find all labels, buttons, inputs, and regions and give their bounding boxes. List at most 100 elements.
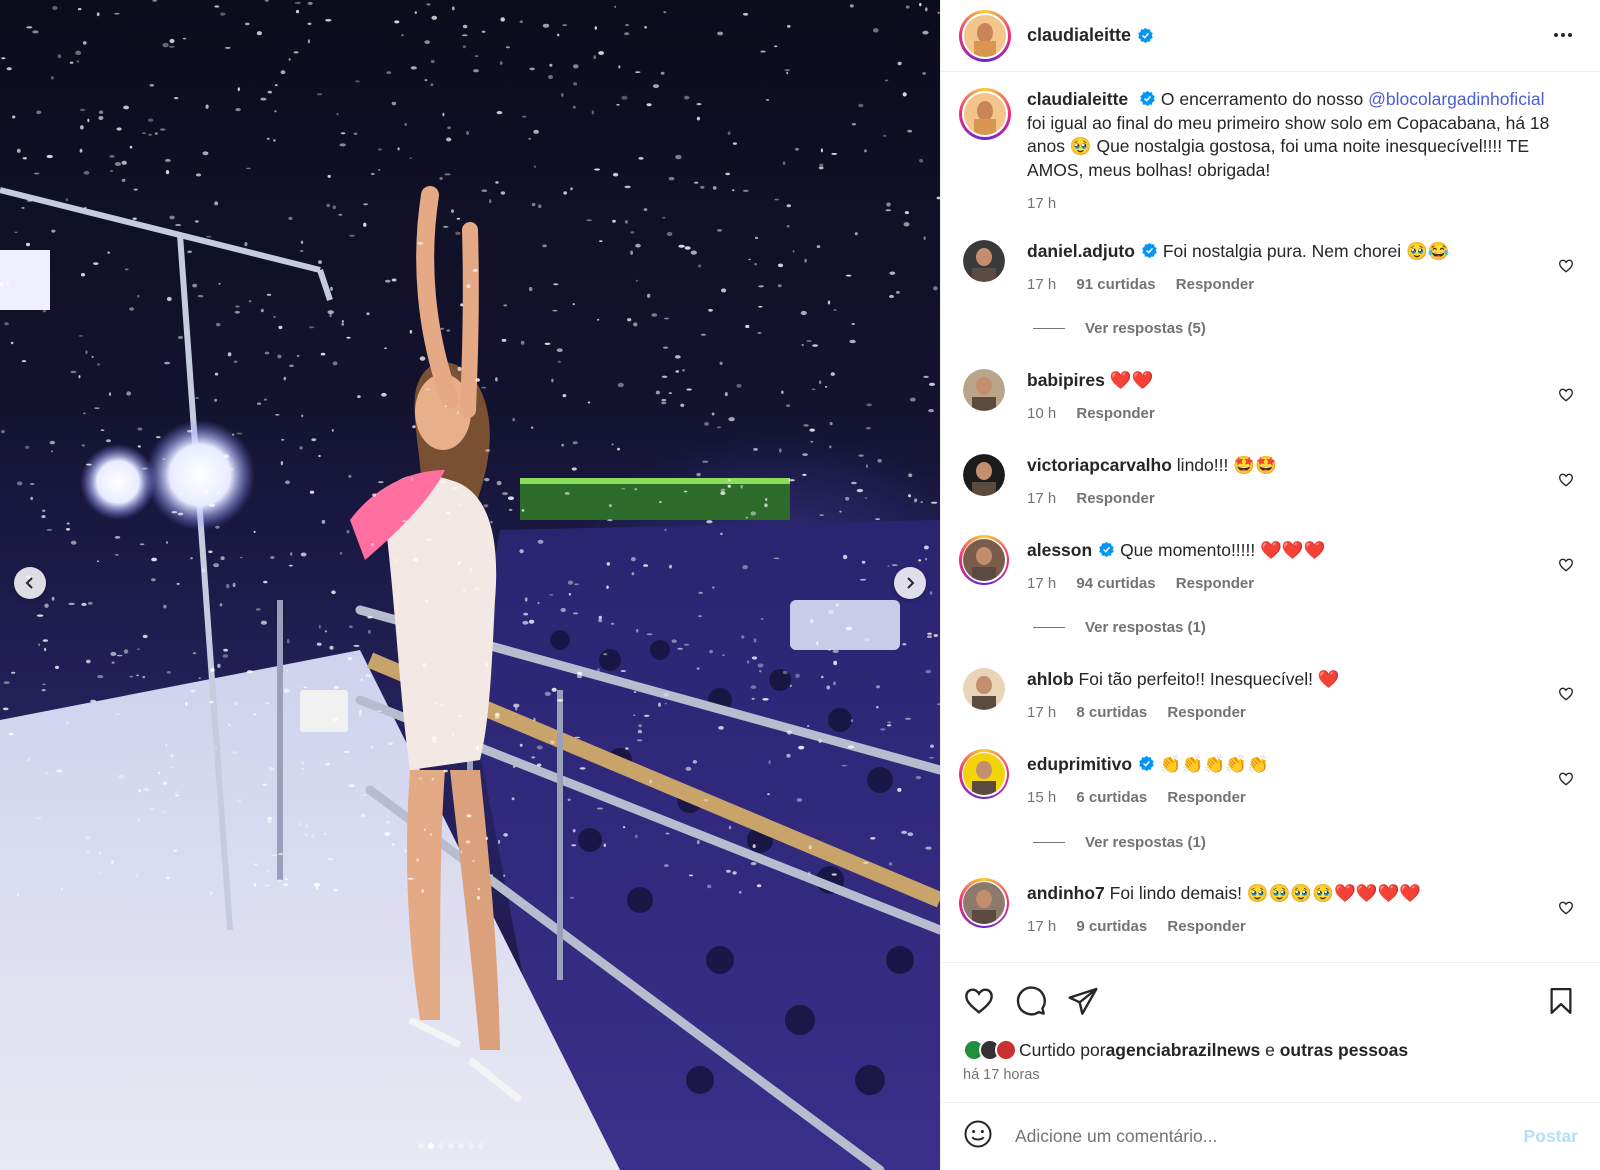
comment-item: ahlob Foi tão perfeito!! Inesquecível! ❤… [963, 668, 1582, 724]
carousel-dot [458, 1143, 464, 1149]
share-button[interactable] [1067, 985, 1099, 1022]
commenter-avatar[interactable] [959, 878, 1009, 928]
commenter-avatar[interactable] [963, 240, 1005, 282]
commenter-username[interactable]: eduprimitivo [1027, 754, 1132, 774]
commenter-avatar-image [963, 753, 1005, 795]
commenter-avatar-image [963, 539, 1005, 581]
comment-text: 👏👏👏👏👏 [1159, 754, 1269, 774]
emoji-button[interactable] [963, 1119, 993, 1154]
caption-text: O encerramento do nosso [1160, 89, 1369, 109]
caption-mention-link[interactable]: @blocolargadinhoficial [1368, 89, 1544, 109]
replies-divider-line [1033, 842, 1065, 843]
heart-icon [1558, 473, 1574, 487]
heart-icon [1558, 687, 1574, 701]
caption-avatar-image [964, 93, 1006, 135]
caption-author-avatar[interactable] [959, 88, 1011, 140]
comment-icon [1016, 986, 1046, 1016]
commenter-avatar[interactable] [963, 668, 1005, 710]
comment-likes-count[interactable]: 8 curtidas [1076, 704, 1147, 721]
commenter-avatar-image [963, 454, 1005, 496]
comment-timestamp[interactable]: 17 h [1027, 490, 1056, 507]
comment-like-button[interactable] [1558, 557, 1574, 578]
comment-timestamp[interactable]: 17 h [1027, 276, 1056, 293]
liked-by-line: Curtido por agenciabrazilnews e outras p… [963, 1039, 1408, 1061]
more-options-button[interactable] [1552, 24, 1574, 51]
carousel-dot [468, 1143, 474, 1149]
post-caption: claudialeitte O encerramento do nosso @b… [959, 88, 1567, 216]
carousel-dot [478, 1143, 484, 1149]
comment-likes-count[interactable]: 9 curtidas [1076, 918, 1147, 935]
comment-like-button[interactable] [1558, 258, 1574, 279]
view-replies-button[interactable]: Ver respostas (5) [1033, 320, 1206, 337]
comment-likes-count[interactable]: 94 curtidas [1076, 575, 1155, 592]
reply-button[interactable]: Responder [1167, 918, 1245, 935]
reply-button[interactable]: Responder [1076, 405, 1154, 422]
comment-like-button[interactable] [1558, 686, 1574, 707]
liked-by-user[interactable]: agenciabrazilnews [1106, 1040, 1261, 1061]
comment-input[interactable] [1015, 1126, 1524, 1147]
heart-icon [965, 988, 993, 1014]
carousel-dot [418, 1143, 424, 1149]
comments-list[interactable]: claudialeitte O encerramento do nosso @b… [941, 72, 1600, 962]
commenter-avatar[interactable] [963, 454, 1005, 496]
view-replies-label: Ver respostas (5) [1085, 320, 1206, 337]
carousel-dot [438, 1143, 444, 1149]
reply-button[interactable]: Responder [1176, 276, 1254, 293]
author-avatar[interactable] [959, 9, 1011, 62]
carousel-previous-button[interactable] [14, 567, 46, 599]
carousel-next-button[interactable] [894, 567, 926, 599]
commenter-username[interactable]: victoriapcarvalho [1027, 455, 1172, 475]
replies-divider-line [1033, 627, 1065, 628]
comment-timestamp[interactable]: 10 h [1027, 405, 1056, 422]
comment-like-button[interactable] [1558, 900, 1574, 921]
reply-button[interactable]: Responder [1176, 575, 1254, 592]
caption-username[interactable]: claudialeitte [1027, 89, 1128, 109]
add-comment-bar: Postar [941, 1102, 1600, 1170]
view-replies-button[interactable]: Ver respostas (1) [1033, 834, 1206, 851]
comment-likes-count[interactable]: 91 curtidas [1076, 276, 1155, 293]
commenter-avatar[interactable] [959, 749, 1009, 799]
chevron-left-icon [25, 577, 33, 589]
liked-by-others[interactable]: outras pessoas [1280, 1040, 1408, 1061]
commenter-username[interactable]: daniel.adjuto [1027, 241, 1135, 261]
author-username[interactable]: claudialeitte [1027, 25, 1131, 46]
commenter-avatar-image [963, 369, 1005, 411]
post-time-ago[interactable]: há 17 horas [963, 1067, 1040, 1083]
heart-icon [1558, 558, 1574, 572]
commenter-username[interactable]: babipires [1027, 370, 1105, 390]
comment-timestamp[interactable]: 17 h [1027, 575, 1056, 592]
post-comment-button[interactable]: Postar [1524, 1126, 1578, 1147]
comment-item: victoriapcarvalho lindo!!! 🤩🤩 17 h Respo… [963, 454, 1582, 510]
heart-icon [1558, 772, 1574, 786]
commenter-avatar[interactable] [959, 535, 1009, 585]
reply-button[interactable]: Responder [1167, 789, 1245, 806]
liker-avatars[interactable] [963, 1039, 1017, 1061]
comment-likes-count[interactable]: 6 curtidas [1076, 789, 1147, 806]
commenter-username[interactable]: alesson [1027, 540, 1092, 560]
comment-like-button[interactable] [1558, 387, 1574, 408]
caption-timestamp[interactable]: 17 h [1027, 195, 1056, 212]
post-photo[interactable] [0, 0, 940, 1170]
save-button[interactable] [1546, 985, 1576, 1022]
comment-timestamp[interactable]: 17 h [1027, 704, 1056, 721]
carousel-dot [448, 1143, 454, 1149]
view-replies-button[interactable]: Ver respostas (1) [1033, 619, 1206, 636]
verified-badge-icon [1138, 27, 1153, 44]
view-replies-label: Ver respostas (1) [1085, 834, 1206, 851]
comment-like-button[interactable] [1558, 472, 1574, 493]
emoji-icon [964, 1120, 992, 1148]
comment-text: Foi nostalgia pura. Nem chorei 🥹😂 [1162, 241, 1450, 261]
comment-button[interactable] [1015, 985, 1047, 1022]
like-button[interactable] [963, 985, 995, 1022]
commenter-username[interactable]: ahlob [1027, 669, 1074, 689]
reply-button[interactable]: Responder [1167, 704, 1245, 721]
comment-item: babipires ❤️❤️ 10 h Responder [963, 369, 1582, 425]
commenter-avatar[interactable] [963, 369, 1005, 411]
heart-icon [1558, 388, 1574, 402]
commenter-username[interactable]: andinho7 [1027, 883, 1105, 903]
comment-timestamp[interactable]: 17 h [1027, 918, 1056, 935]
comment-timestamp[interactable]: 15 h [1027, 789, 1056, 806]
comment-like-button[interactable] [1558, 771, 1574, 792]
reply-button[interactable]: Responder [1076, 490, 1154, 507]
liked-by-middle: e [1260, 1039, 1280, 1060]
